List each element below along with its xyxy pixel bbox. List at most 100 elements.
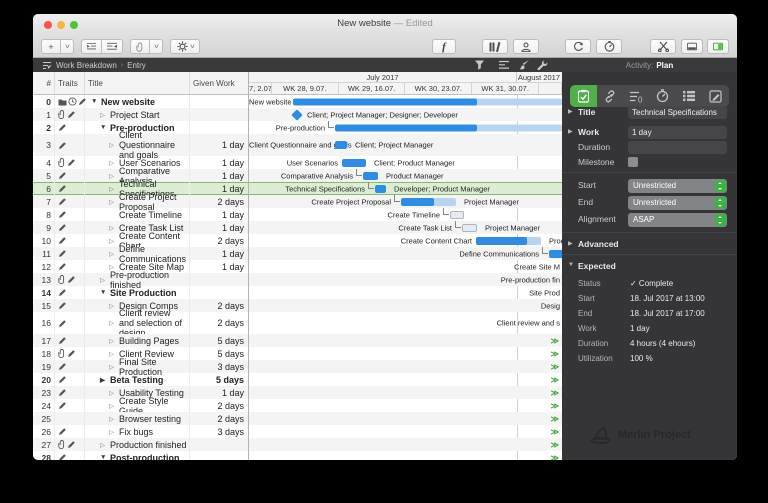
outdent-button[interactable] — [102, 39, 123, 54]
week-header-cell[interactable]: WK 28, 9.07. — [272, 83, 339, 94]
breadcrumb[interactable]: Work Breakdown › Entry — [33, 58, 562, 72]
row-title[interactable]: Post-production — [110, 453, 189, 461]
column-header-given-work[interactable]: Given Work — [190, 72, 248, 94]
table-row[interactable]: 7 ▷ Create Project Proposal 2 days — [33, 192, 248, 212]
filter-button[interactable] — [474, 60, 485, 70]
gantt-row[interactable]: Pre-production — [249, 121, 562, 134]
overflow-right-icon[interactable]: ≫ — [551, 349, 559, 358]
alignment-stepper-icon[interactable] — [715, 214, 726, 226]
disclosure-triangle[interactable]: ▼ — [100, 124, 110, 131]
attach-button[interactable] — [130, 39, 150, 54]
gantt-bar[interactable] — [342, 158, 366, 167]
tab-links[interactable] — [597, 85, 624, 107]
overflow-right-icon[interactable]: ≫ — [551, 375, 559, 384]
row-title[interactable]: Project Start — [110, 110, 189, 120]
gantt-row[interactable]: Desig — [249, 299, 562, 312]
gantt-row[interactable]: ≫ — [249, 347, 562, 360]
tab-custom-fields[interactable] — [676, 85, 703, 107]
cut-button[interactable] — [650, 39, 676, 54]
disclosure-triangle[interactable]: ▷ — [109, 185, 119, 193]
work-disclosure-icon[interactable]: ▶ — [568, 128, 573, 135]
table-row[interactable]: 27 ▷ Production finished — [33, 438, 248, 451]
end-select[interactable]: Unrestricted — [628, 196, 727, 210]
gantt-row[interactable]: New website — [249, 95, 562, 108]
overflow-right-icon[interactable]: ≫ — [551, 336, 559, 345]
add-button[interactable]: + — [41, 39, 61, 54]
overflow-right-icon[interactable]: ≫ — [551, 362, 559, 371]
disclosure-triangle[interactable]: ▶ — [100, 376, 110, 384]
styles-button[interactable]: f — [432, 39, 456, 54]
gantt-bar[interactable] — [462, 223, 477, 232]
week-header-cell[interactable]: 7, 2.07. — [249, 83, 272, 94]
row-title[interactable]: Beta Testing — [110, 375, 189, 385]
table-row[interactable]: 14 ▼ Site Production — [33, 286, 248, 299]
row-title[interactable]: Browser testing — [119, 414, 189, 424]
gantt-row[interactable]: ≫ — [249, 425, 562, 438]
disclosure-triangle[interactable]: ▷ — [109, 402, 119, 410]
table-row[interactable]: 17 ▷ Building Pages 5 days — [33, 334, 248, 347]
breadcrumb-entry[interactable]: Entry — [127, 61, 146, 70]
disclosure-triangle[interactable]: ▷ — [109, 350, 119, 358]
gantt-row[interactable]: Define Communications — [249, 247, 562, 260]
table-row[interactable]: 24 ▷ Create Style Guide 2 days — [33, 396, 248, 416]
overflow-right-icon[interactable]: ≫ — [551, 427, 559, 436]
gantt-bar[interactable] — [335, 124, 562, 131]
disclosure-triangle[interactable]: ▷ — [109, 141, 119, 149]
row-title[interactable]: Production finished — [110, 440, 189, 450]
disclosure-triangle[interactable]: ▷ — [109, 302, 119, 310]
gantt-row[interactable]: Create Project Proposal Project Manager — [249, 195, 562, 208]
overflow-right-icon[interactable]: ≫ — [551, 440, 559, 449]
title-field-input[interactable] — [628, 106, 727, 119]
disclosure-triangle[interactable]: ▷ — [109, 428, 119, 436]
table-row[interactable]: 26 ▷ Fix bugs 3 days — [33, 425, 248, 438]
overflow-right-icon[interactable]: ≫ — [551, 453, 559, 460]
disclosure-triangle[interactable]: ▷ — [109, 250, 119, 258]
gantt-bar[interactable] — [335, 141, 347, 149]
disclosure-triangle[interactable]: ▷ — [109, 319, 119, 327]
disclosure-triangle[interactable]: ▷ — [100, 441, 110, 449]
table-row[interactable]: 20 ▶ Beta Testing 5 days — [33, 373, 248, 386]
indent-button[interactable] — [81, 39, 102, 54]
table-row[interactable]: 13 ▷ Pre-production finished — [33, 270, 248, 290]
table-row[interactable]: 16 ▷ Client review and selection of design… — [33, 308, 248, 338]
table-row[interactable]: 1 ▷ Project Start — [33, 108, 248, 121]
start-select[interactable]: Unrestricted — [628, 179, 727, 193]
gantt-row[interactable]: Comparative Analysis Product Manager — [249, 169, 562, 182]
alignment-select[interactable]: ASAP — [628, 213, 727, 227]
gantt-row[interactable]: ≫ — [249, 451, 562, 460]
gantt-row[interactable]: ≫ — [249, 386, 562, 399]
advanced-disclosure-icon[interactable]: ▶ — [568, 240, 573, 247]
toggle-inspector-panel-button[interactable] — [707, 39, 729, 54]
overflow-right-icon[interactable]: ≫ — [551, 388, 559, 397]
tab-plan[interactable] — [570, 85, 597, 107]
actions-menu-button[interactable]: v — [170, 39, 200, 54]
gantt-row[interactable]: Create Content Chart Prod — [249, 234, 562, 247]
gantt-bar[interactable] — [450, 210, 464, 219]
row-title[interactable]: Building Pages — [119, 336, 189, 346]
gantt-bar[interactable] — [401, 197, 456, 206]
gantt-row[interactable]: Pre-production fin — [249, 273, 562, 286]
gantt-row[interactable]: Site Prod — [249, 286, 562, 299]
table-row[interactable]: 11 ▷ Define Communications 1 day — [33, 244, 248, 264]
gantt-row[interactable]: Technical Specifications Developer; Produ… — [249, 182, 562, 195]
row-title[interactable]: Site Production — [110, 288, 189, 298]
overflow-right-icon[interactable]: ≫ — [551, 414, 559, 423]
week-header-cell[interactable] — [539, 83, 562, 94]
gantt-row[interactable]: ≫ — [249, 334, 562, 347]
table-row[interactable]: 8 Create Timeline 1 day — [33, 208, 248, 221]
column-header-number[interactable]: # — [33, 72, 55, 94]
start-stepper-icon[interactable] — [715, 180, 726, 192]
tab-planned-values[interactable]: 0 — [623, 85, 650, 107]
gantt-row[interactable]: ≫ — [249, 399, 562, 412]
gantt-row[interactable]: ≫ — [249, 412, 562, 425]
milestone-diamond[interactable] — [291, 108, 303, 121]
disclosure-triangle[interactable]: ▷ — [109, 224, 119, 232]
gantt-row[interactable]: ≫ — [249, 360, 562, 373]
disclosure-triangle[interactable]: ▷ — [109, 198, 119, 206]
table-row[interactable]: 25 ▷ Browser testing 2 days — [33, 412, 248, 425]
tab-notes[interactable] — [703, 85, 730, 107]
gantt-row[interactable]: Client; Project Manager; Designer; Devel… — [249, 108, 562, 121]
disclosure-triangle[interactable]: ▷ — [109, 237, 119, 245]
gantt-row[interactable]: ≫ — [249, 373, 562, 386]
gantt-bar[interactable] — [363, 171, 378, 180]
